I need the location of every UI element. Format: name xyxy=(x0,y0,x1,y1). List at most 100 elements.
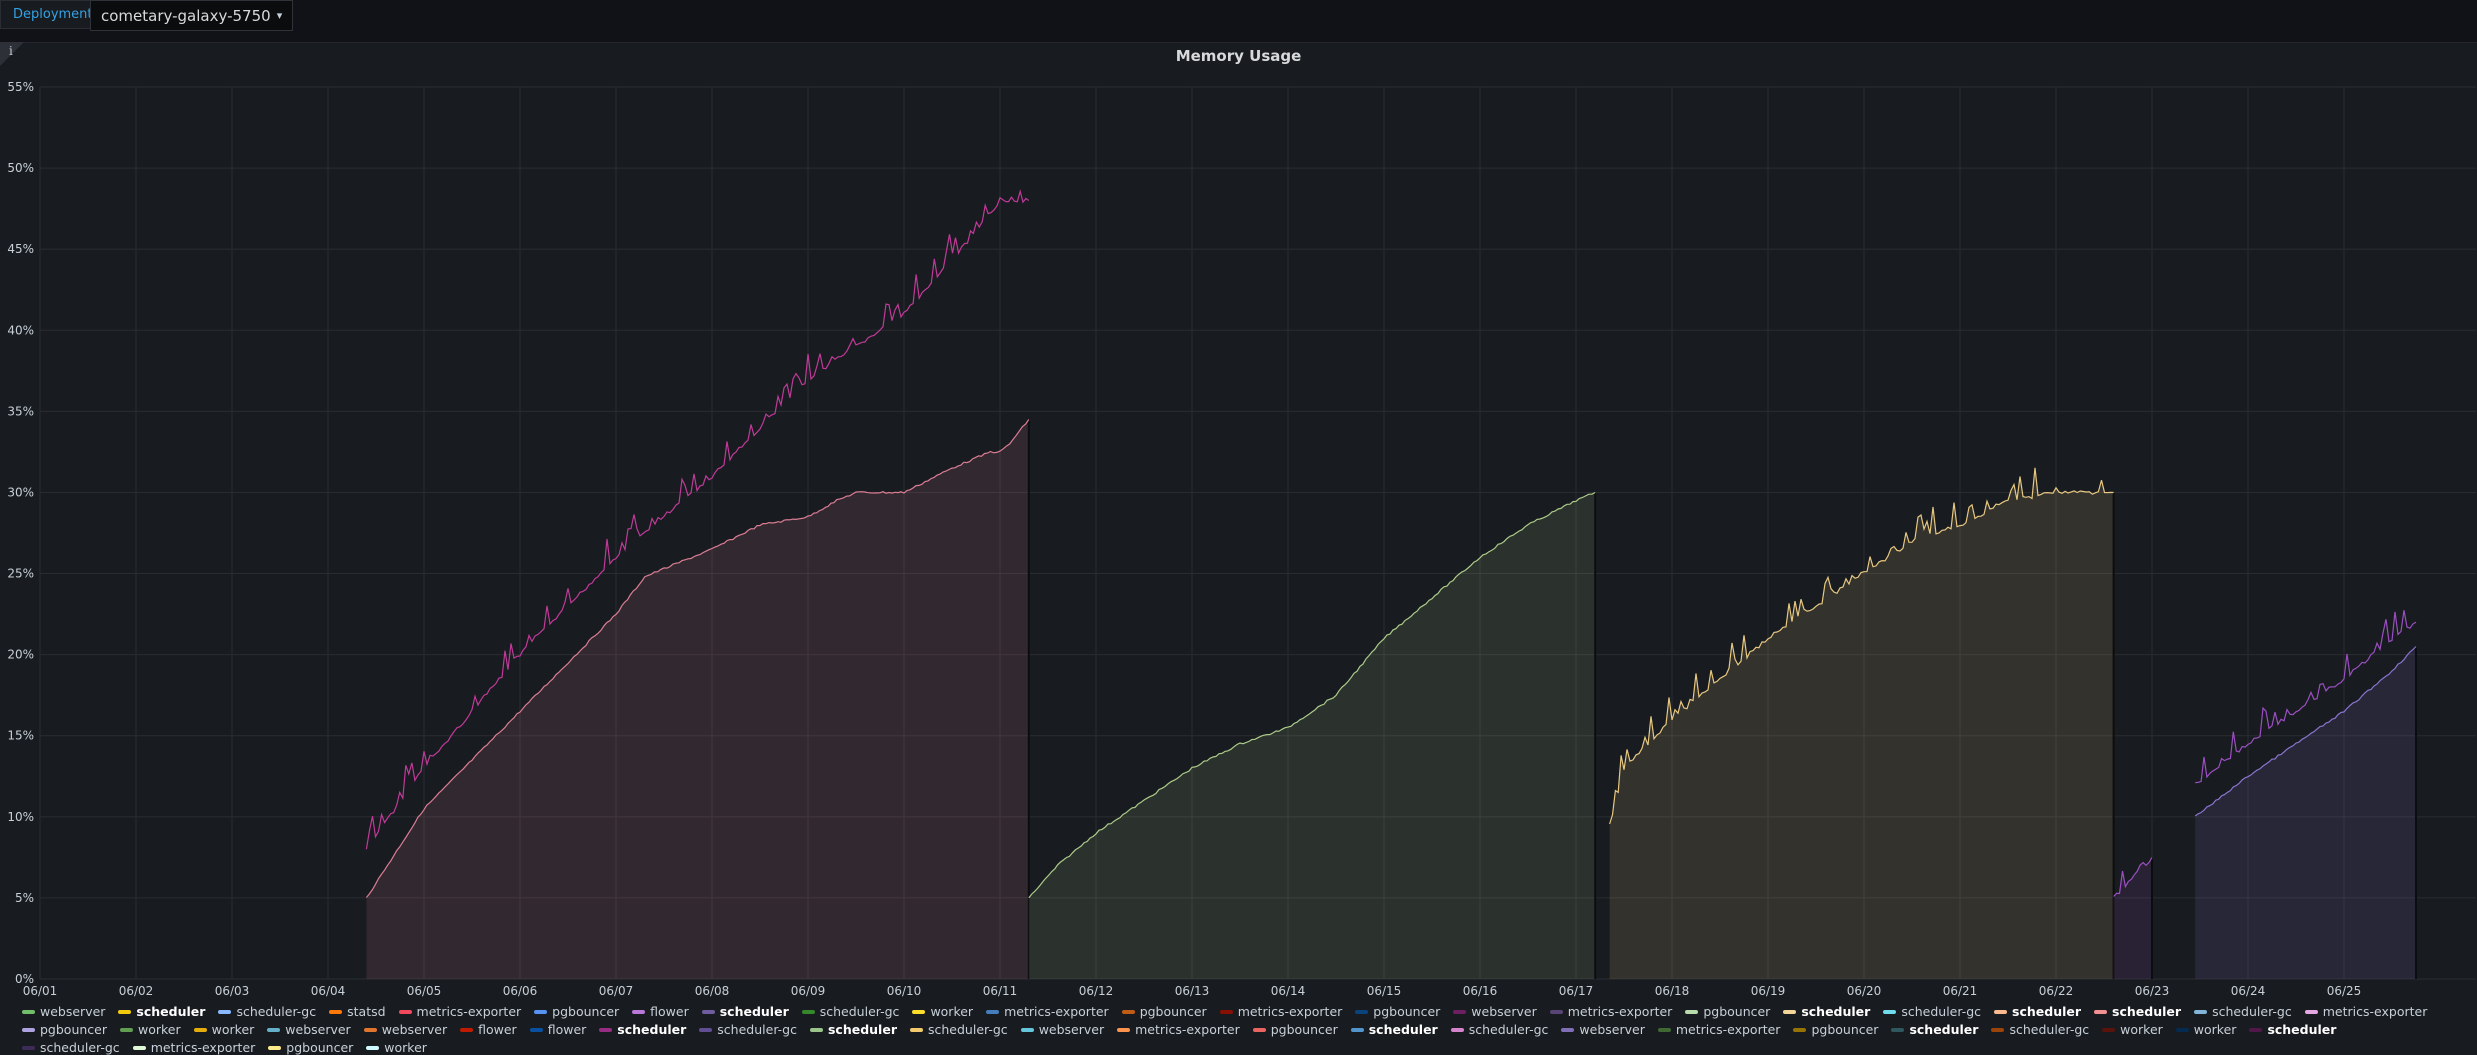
legend-item[interactable]: pgbouncer xyxy=(1252,1023,1338,1037)
legend-item[interactable]: metrics-exporter xyxy=(2304,1005,2427,1019)
legend-label: metrics-exporter xyxy=(416,1004,522,1019)
legend-label: flower xyxy=(650,1004,689,1019)
legend-item[interactable]: scheduler xyxy=(1350,1023,1438,1037)
y-axis-ticks: 0%5%10%15%20%25%30%35%40%45%50%55% xyxy=(7,80,34,986)
legend-label: scheduler xyxy=(2112,1004,2182,1019)
legend-swatch xyxy=(1657,1028,1671,1032)
legend-item[interactable]: flower xyxy=(460,1023,517,1037)
x-tick-label: 06/05 xyxy=(407,984,442,998)
x-tick-label: 06/14 xyxy=(1271,984,1306,998)
legend-item[interactable]: scheduler xyxy=(809,1023,897,1037)
y-tick-label: 15% xyxy=(7,729,34,743)
legend-item[interactable]: webserver xyxy=(363,1023,447,1037)
legend-item[interactable]: scheduler-gc xyxy=(801,1004,900,1019)
legend-label: scheduler-gc xyxy=(928,1022,1008,1037)
legend-label: worker xyxy=(2120,1022,2163,1037)
legend-item[interactable]: scheduler xyxy=(1783,1005,1870,1019)
x-tick-label: 06/13 xyxy=(1175,984,1210,998)
legend-item[interactable]: pgbouncer xyxy=(1121,1004,1207,1019)
legend-swatch xyxy=(534,1010,548,1014)
x-tick-label: 06/02 xyxy=(119,984,154,998)
legend-item[interactable]: scheduler xyxy=(1891,1023,1978,1037)
x-tick-label: 06/11 xyxy=(983,984,1018,998)
legend-label: scheduler-gc xyxy=(819,1004,900,1019)
x-tick-label: 06/24 xyxy=(2231,984,2266,998)
legend-label: metrics-exporter xyxy=(1135,1022,1240,1037)
legend-item[interactable]: metrics-exporter xyxy=(986,1005,1109,1019)
legend-item[interactable]: pgbouncer xyxy=(1355,1005,1440,1019)
legend-item[interactable]: webserver xyxy=(22,1005,105,1019)
legend-label: scheduler xyxy=(2267,1022,2337,1037)
legend-label: scheduler-gc xyxy=(1901,1004,1982,1019)
y-tick-label: 50% xyxy=(7,161,34,175)
legend-swatch xyxy=(2249,1028,2263,1032)
legend-swatch xyxy=(366,1046,380,1050)
legend-item[interactable]: scheduler xyxy=(118,1005,205,1019)
legend-item[interactable]: scheduler-gc xyxy=(699,1023,797,1037)
legend-swatch xyxy=(1355,1010,1369,1014)
legend-item[interactable]: scheduler-gc xyxy=(1450,1023,1548,1037)
legend-swatch xyxy=(1453,1010,1467,1014)
legend-item[interactable]: scheduler xyxy=(701,1005,789,1019)
legend-item[interactable]: worker xyxy=(120,1023,181,1037)
legend-item[interactable]: worker xyxy=(193,1022,255,1037)
legend-item[interactable]: scheduler-gc xyxy=(1883,1005,1981,1019)
legend-item[interactable]: flower xyxy=(632,1005,689,1019)
legend-swatch xyxy=(1783,1010,1797,1014)
legend-swatch xyxy=(267,1028,281,1032)
legend-item[interactable]: pgbouncer xyxy=(534,1005,619,1019)
legend-item[interactable]: metrics-exporter xyxy=(1117,1023,1240,1037)
legend-item[interactable]: metrics-exporter xyxy=(1219,1005,1342,1019)
legend-item[interactable]: scheduler-gc xyxy=(1991,1023,2089,1037)
legend-item[interactable]: scheduler-gc xyxy=(910,1023,1008,1037)
legend-swatch xyxy=(910,1028,923,1032)
memory-usage-chart[interactable]: 0%5%10%15%20%25%30%35%40%45%50%55% 06/01… xyxy=(0,0,2477,1055)
y-tick-label: 10% xyxy=(7,810,34,824)
legend-label: metrics-exporter xyxy=(150,1040,256,1055)
legend-item[interactable]: pgbouncer xyxy=(22,1023,107,1037)
legend-swatch xyxy=(2094,1010,2108,1014)
legend-item[interactable]: pgbouncer xyxy=(1793,1023,1878,1037)
legend-item[interactable]: scheduler xyxy=(2249,1023,2336,1037)
legend-item[interactable]: metrics-exporter xyxy=(132,1040,256,1055)
legend-swatch xyxy=(460,1028,474,1032)
legend-item[interactable]: webserver xyxy=(1020,1023,1104,1037)
legend-item[interactable]: worker xyxy=(912,1005,973,1019)
legend-item[interactable]: scheduler-gc xyxy=(2194,1005,2292,1019)
legend-item[interactable]: worker xyxy=(2175,1023,2236,1037)
legend-label: scheduler xyxy=(2012,1004,2082,1019)
legend-item[interactable]: metrics-exporter xyxy=(1657,1023,1780,1037)
legend-swatch xyxy=(193,1028,207,1032)
legend-item[interactable]: webserver xyxy=(267,1023,351,1037)
legend-item[interactable]: pgbouncer xyxy=(268,1041,353,1055)
legend-item[interactable]: worker xyxy=(2102,1023,2163,1037)
legend-item[interactable]: metrics-exporter xyxy=(398,1004,522,1019)
legend-item[interactable]: pgbouncer xyxy=(1685,1005,1770,1019)
legend-label: pgbouncer xyxy=(1139,1004,1207,1019)
legend-swatch xyxy=(912,1010,926,1014)
legend-swatch xyxy=(1883,1010,1897,1014)
x-tick-label: 06/25 xyxy=(2327,984,2362,998)
legend-swatch xyxy=(22,1028,35,1032)
legend-item[interactable]: scheduler xyxy=(2094,1005,2181,1019)
y-tick-label: 45% xyxy=(7,242,34,256)
legend-item[interactable]: scheduler xyxy=(599,1023,686,1037)
legend-item[interactable]: webserver xyxy=(1453,1004,1537,1019)
legend-item[interactable]: metrics-exporter xyxy=(1549,1005,1672,1019)
legend-label: worker xyxy=(211,1022,255,1037)
legend-label: scheduler-gc xyxy=(236,1004,317,1019)
legend-swatch xyxy=(1549,1010,1563,1014)
y-tick-label: 35% xyxy=(7,404,34,418)
legend-item[interactable]: webserver xyxy=(1561,1023,1645,1037)
legend-swatch xyxy=(120,1028,133,1032)
legend-item[interactable]: scheduler-gc xyxy=(218,1005,316,1019)
chart-area-fills xyxy=(366,419,2417,979)
legend-label: webserver xyxy=(1471,1004,1537,1019)
x-tick-label: 06/20 xyxy=(1847,984,1882,998)
legend-item[interactable]: scheduler xyxy=(1994,1005,2081,1019)
legend-item[interactable]: worker xyxy=(366,1041,427,1055)
legend-swatch xyxy=(701,1010,715,1014)
legend-item[interactable]: statsd xyxy=(329,1005,386,1019)
legend-item[interactable]: scheduler-gc xyxy=(22,1041,120,1055)
legend-item[interactable]: flower xyxy=(529,1023,586,1037)
